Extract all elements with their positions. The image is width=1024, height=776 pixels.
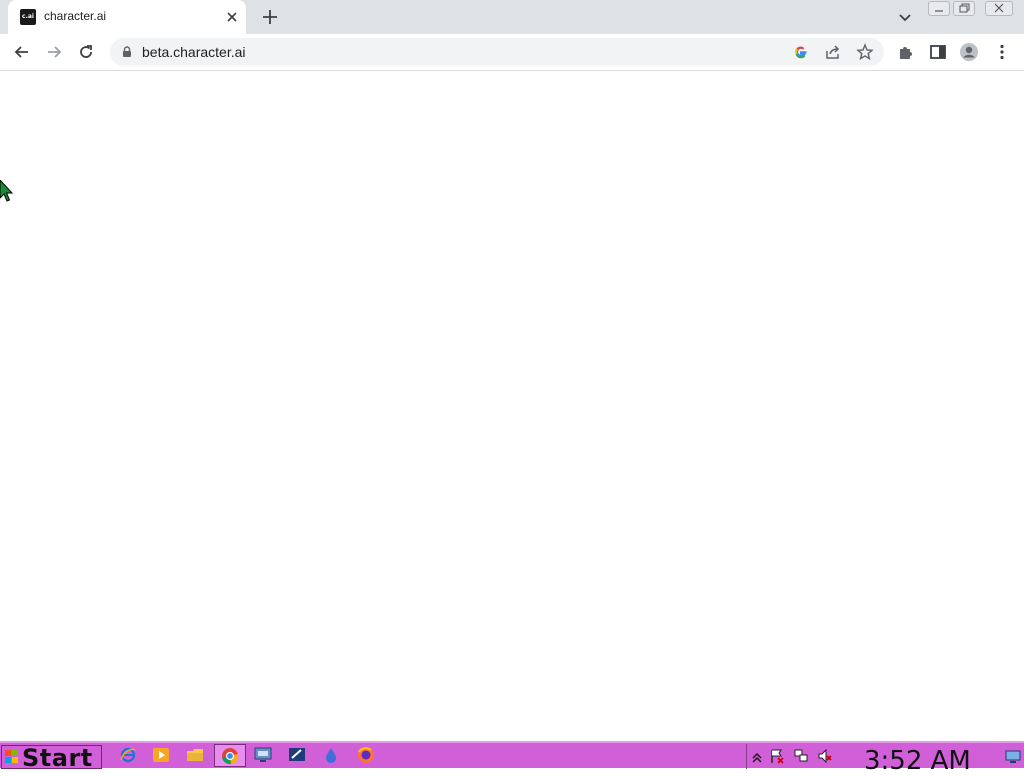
url-text[interactable]: beta.character.ai [142,44,246,60]
reload-icon[interactable] [76,42,96,62]
minimize-button[interactable] [928,1,950,16]
taskbar-chrome-button[interactable] [214,744,246,767]
speaker-muted-icon[interactable] [817,748,833,764]
taskbar: Start 3:52 AM [0,741,1024,776]
browser-toolbar: beta.character.ai [0,34,1024,71]
page-content [0,71,1024,741]
chrome-icon [222,748,239,765]
restore-icon [959,3,970,13]
monitor-icon[interactable] [254,746,272,764]
file-explorer-icon[interactable] [186,746,204,764]
plus-icon[interactable] [260,7,280,27]
address-bar[interactable]: beta.character.ai [110,38,884,66]
system-tray: 3:52 AM [746,744,1024,776]
windows-logo-icon [5,750,18,763]
restore-button[interactable] [953,1,975,16]
google-g-icon[interactable] [792,43,810,61]
tab-character-ai[interactable]: c.ai character.ai [8,0,246,34]
water-drop-icon[interactable] [322,746,340,764]
side-panel-icon[interactable] [928,42,948,62]
back-arrow-icon[interactable] [12,42,32,62]
chevron-down-icon[interactable] [896,8,914,26]
network-icon[interactable] [793,748,809,764]
show-desktop-icon[interactable] [1005,748,1021,764]
close-icon [994,3,1004,13]
profile-icon[interactable] [959,42,979,62]
mouse-cursor-icon [0,180,14,202]
internet-explorer-icon[interactable] [119,746,137,764]
lock-icon[interactable] [120,45,134,59]
paint-icon[interactable] [288,746,306,764]
character-ai-favicon-icon: c.ai [20,9,36,25]
puzzle-extension-icon[interactable] [896,42,916,62]
star-icon[interactable] [856,43,874,61]
chevron-up-icon[interactable] [749,748,765,764]
forward-arrow-icon[interactable] [44,42,64,62]
close-icon[interactable] [224,9,240,25]
firefox-icon[interactable] [357,746,375,764]
minimize-icon [935,10,943,12]
start-button[interactable]: Start [1,744,102,772]
share-icon[interactable] [824,43,842,61]
flag-icon[interactable] [769,748,785,764]
window-close-button[interactable] [985,1,1013,16]
media-player-icon[interactable] [152,746,170,764]
tab-strip: c.ai character.ai [0,0,1024,34]
tab-title: character.ai [44,9,107,23]
kebab-menu-icon[interactable] [992,42,1012,62]
taskbar-clock[interactable]: 3:52 AM [864,746,971,776]
